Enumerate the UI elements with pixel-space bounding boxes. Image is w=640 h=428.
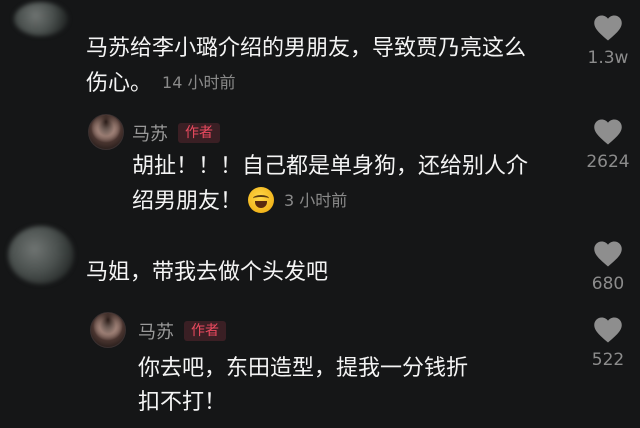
- author-badge: 作者: [184, 321, 226, 341]
- comment-timestamp: 14 小时前: [162, 73, 236, 92]
- reply-header: 马苏 作者: [138, 318, 226, 344]
- reply-text: 你去吧，东田造型，提我一分钱折 扣不打！: [138, 356, 469, 415]
- author-name[interactable]: 马苏: [132, 120, 168, 146]
- reply-header: 马苏 作者: [132, 120, 220, 146]
- like-count: 2624: [586, 152, 630, 172]
- comment-text: 马苏给李小璐介绍的男朋友，导致贾乃亮这么 伤心。 14 小时前: [86, 36, 527, 96]
- author-avatar[interactable]: [88, 114, 124, 150]
- heart-icon: [594, 119, 622, 145]
- heart-icon: [594, 241, 622, 267]
- comment-section: 马苏给李小璐介绍的男朋友，导致贾乃亮这么 伤心。 14 小时前 1.3w 马苏 作…: [0, 0, 640, 428]
- laughing-crying-emoji-icon: [248, 187, 275, 213]
- reply-text: 胡扯！！！自己都是单身狗，还给别人介 绍男朋友！ 3 小时前: [132, 154, 529, 214]
- author-name[interactable]: 马苏: [138, 318, 174, 344]
- author-avatar[interactable]: [90, 312, 126, 348]
- user-avatar[interactable]: [14, 2, 68, 36]
- like-button[interactable]: 680: [578, 240, 638, 294]
- comment-text: 马姐，带我去做个头发吧: [86, 260, 329, 285]
- heart-icon: [594, 15, 622, 41]
- author-badge: 作者: [178, 123, 220, 143]
- like-count: 522: [591, 350, 625, 370]
- like-count: 1.3w: [587, 48, 629, 68]
- reply-timestamp: 3 小时前: [284, 191, 348, 210]
- like-count: 680: [591, 274, 625, 294]
- like-button[interactable]: 2624: [578, 118, 638, 172]
- heart-icon: [594, 317, 622, 343]
- like-button[interactable]: 1.3w: [578, 14, 638, 68]
- user-avatar[interactable]: [8, 226, 74, 284]
- like-button[interactable]: 522: [578, 316, 638, 370]
